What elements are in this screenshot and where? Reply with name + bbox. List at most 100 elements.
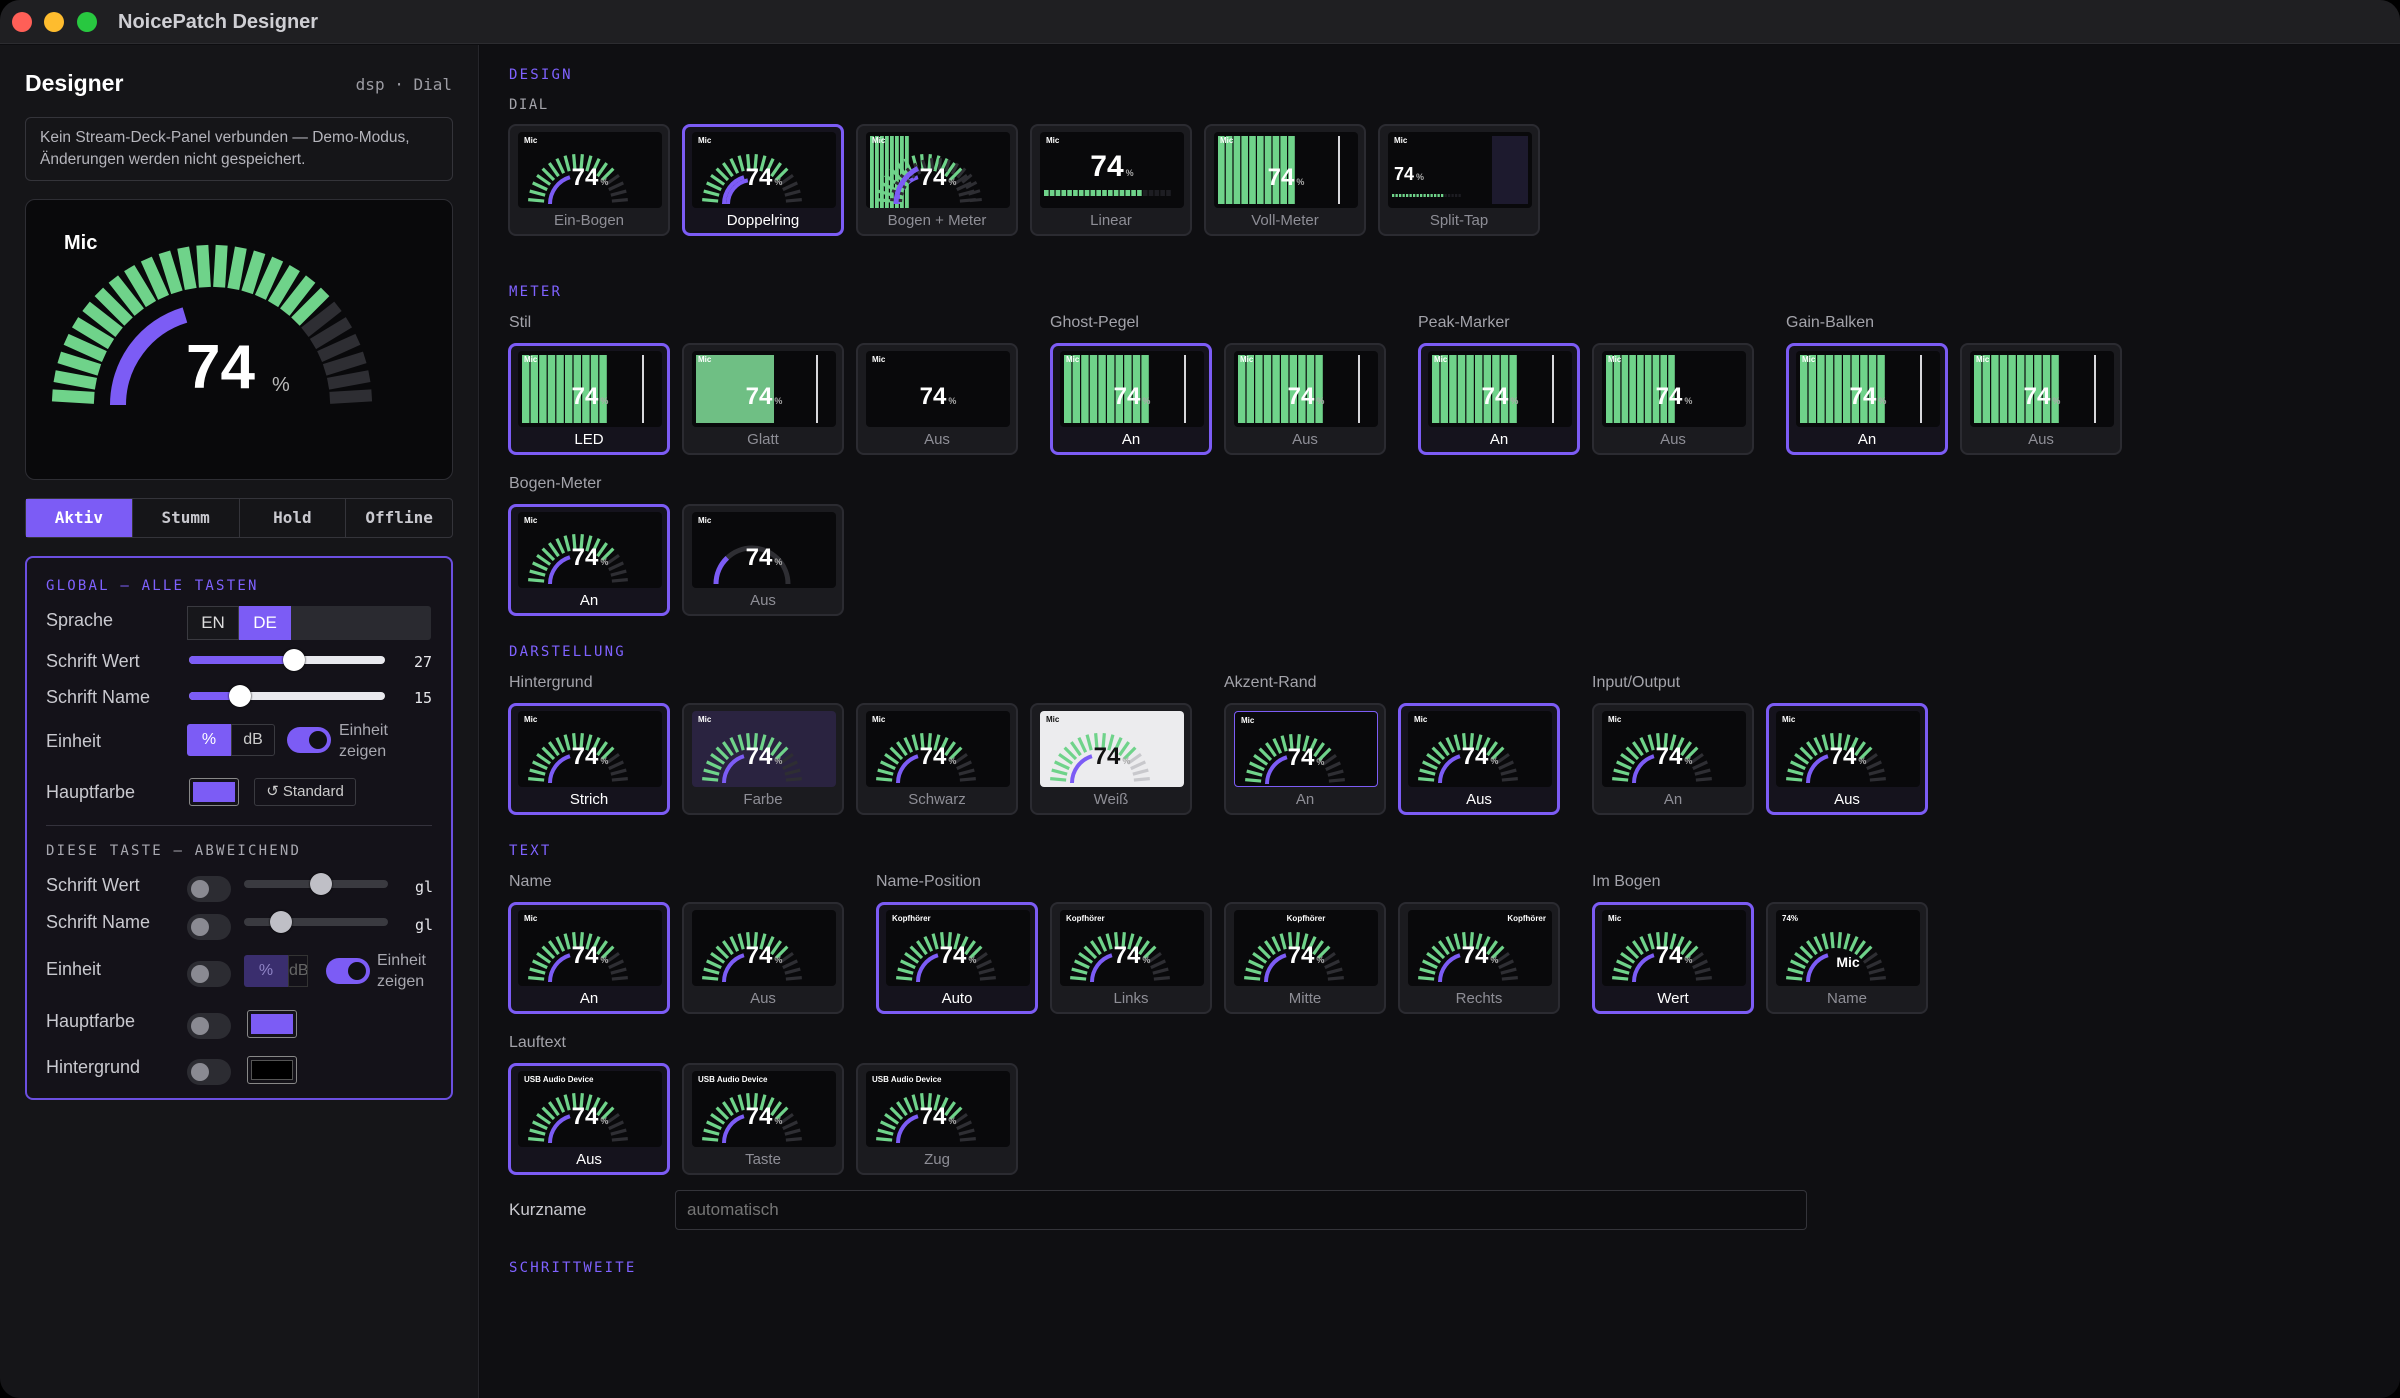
unit-db[interactable]: dB bbox=[231, 724, 275, 756]
design-option-tile[interactable]: Mic 74% Aus bbox=[1960, 343, 2122, 455]
lang-en[interactable]: EN bbox=[187, 606, 239, 640]
design-option-tile[interactable]: Mic 74% Aus bbox=[1224, 343, 1386, 455]
design-option-tile[interactable]: Mic 74% An bbox=[1224, 703, 1386, 815]
kurzname-input[interactable] bbox=[675, 1190, 1807, 1230]
design-option-tile[interactable]: Kopfhörer 74% Links bbox=[1050, 902, 1212, 1014]
tab-offline[interactable]: Offline bbox=[345, 499, 452, 537]
design-option-tile[interactable]: Mic 74% Split-Tap bbox=[1378, 124, 1540, 236]
ov-color-swatch[interactable] bbox=[247, 1010, 297, 1038]
ov-color-toggle[interactable] bbox=[187, 1013, 231, 1039]
design-option-tile[interactable]: USB Audio Device 74% Taste bbox=[682, 1063, 844, 1175]
design-option-tile[interactable]: USB Audio Device 74% Aus bbox=[508, 1063, 670, 1175]
tile-label: An bbox=[579, 592, 599, 609]
design-option-tile[interactable]: Mic 74% Glatt bbox=[682, 343, 844, 455]
meter-bar bbox=[1402, 194, 1405, 197]
ov-unit-db[interactable]: dB bbox=[288, 955, 308, 987]
tile-preview: Mic 74% bbox=[1040, 711, 1184, 787]
meter-bar bbox=[1073, 190, 1078, 196]
tile-value-number: 74 bbox=[571, 743, 599, 770]
lang-de[interactable]: DE bbox=[239, 606, 291, 640]
tile-preview: Mic 74% bbox=[1970, 351, 2114, 427]
ov-font-name-toggle[interactable] bbox=[187, 914, 231, 940]
design-option-tile[interactable]: 74% Mic Name bbox=[1766, 902, 1928, 1014]
tile-value-number: 74 bbox=[571, 1103, 599, 1130]
font-name-slider[interactable] bbox=[189, 685, 385, 707]
design-option-tile[interactable]: Kopfhörer 74% Auto bbox=[876, 902, 1038, 1014]
ov-unit-label: Einheit bbox=[46, 959, 102, 979]
ov-unit-toggle[interactable] bbox=[187, 961, 231, 987]
tab-hold[interactable]: Hold bbox=[238, 499, 346, 537]
design-option-tile[interactable]: Mic 74% An bbox=[1786, 343, 1948, 455]
design-option-tile[interactable]: USB Audio Device 74% Zug bbox=[856, 1063, 1018, 1175]
preview-unit: % bbox=[272, 374, 290, 396]
design-option-tile[interactable]: Mic 74% An bbox=[508, 504, 670, 616]
arc-segment bbox=[1843, 933, 1851, 950]
design-option-tile[interactable]: Mic 74% Aus bbox=[682, 504, 844, 616]
ov-bg-toggle[interactable] bbox=[187, 1059, 231, 1085]
ov-font-name-slider[interactable] bbox=[244, 911, 388, 933]
tile-preview: Kopfhörer 74% bbox=[1234, 910, 1378, 986]
design-option-tile[interactable]: Mic 74% An bbox=[1592, 703, 1754, 815]
arc-segment bbox=[876, 1137, 893, 1142]
design-option-tile[interactable]: 74% Aus bbox=[682, 902, 844, 1014]
design-option-tile[interactable]: Mic 74% Linear bbox=[1030, 124, 1192, 236]
ov-font-value-slider[interactable] bbox=[244, 873, 388, 895]
arc-segment bbox=[702, 198, 719, 203]
ov-font-value-toggle[interactable] bbox=[187, 876, 231, 902]
ov-unit-percent[interactable]: % bbox=[244, 955, 288, 987]
unit-show-label: Einheit zeigen bbox=[339, 722, 388, 760]
tile-value-number: 74 bbox=[745, 164, 773, 191]
tile-label: Taste bbox=[745, 1151, 781, 1168]
meter-bar bbox=[1119, 190, 1125, 196]
design-option-tile[interactable]: Mic 74% Voll-Meter bbox=[1204, 124, 1366, 236]
arc-segment bbox=[702, 976, 719, 981]
tile-value-number: 74 bbox=[571, 942, 599, 969]
reset-color-button[interactable]: ↺ Standard bbox=[254, 778, 356, 806]
arc-segment bbox=[1244, 976, 1261, 981]
tile-value-number: 74 bbox=[1287, 744, 1315, 771]
meter-bar bbox=[1395, 194, 1398, 197]
tile-value-unit: % bbox=[600, 756, 609, 766]
design-option-tile[interactable]: Mic 74% Weiß bbox=[1030, 703, 1192, 815]
ov-font-name-tag: gl bbox=[415, 916, 434, 934]
design-option-tile[interactable]: Mic 74% Farbe bbox=[682, 703, 844, 815]
design-option-tile[interactable]: Mic 74% Aus bbox=[1592, 343, 1754, 455]
tab-aktiv[interactable]: Aktiv bbox=[26, 499, 132, 537]
font-value-slider[interactable] bbox=[189, 649, 385, 671]
tile-preview: Mic 74% bbox=[692, 512, 836, 588]
minimize-window-button[interactable] bbox=[44, 12, 64, 32]
close-window-button[interactable] bbox=[12, 12, 32, 32]
meter-bar bbox=[1137, 190, 1142, 196]
design-option-tile[interactable]: Mic 74% Strich bbox=[508, 703, 670, 815]
design-option-tile[interactable]: Mic 74% Doppelring bbox=[682, 124, 844, 236]
design-option-tile[interactable]: Mic 74% Ein-Bogen bbox=[508, 124, 670, 236]
tile-label: Glatt bbox=[747, 431, 779, 448]
design-option-tile[interactable]: Mic 74% Bogen + Meter bbox=[856, 124, 1018, 236]
design-option-tile[interactable]: Mic 74% An bbox=[1050, 343, 1212, 455]
tile-label: Aus bbox=[1660, 431, 1686, 448]
design-option-tile[interactable]: Mic 74% An bbox=[508, 902, 670, 1014]
tile-center-name: Mic bbox=[1836, 954, 1860, 970]
unit-percent[interactable]: % bbox=[187, 724, 231, 756]
main-color-swatch[interactable] bbox=[189, 778, 239, 806]
ov-unit-show-toggle[interactable] bbox=[326, 958, 370, 984]
imbogen-label: Im Bogen bbox=[1592, 873, 1661, 890]
design-option-tile[interactable]: Mic 74% Aus bbox=[1398, 703, 1560, 815]
tile-label: Ein-Bogen bbox=[553, 212, 625, 229]
unit-show-toggle[interactable] bbox=[287, 727, 331, 753]
design-option-tile[interactable]: Mic 74% An bbox=[1418, 343, 1580, 455]
tile-value-number: 74 bbox=[1481, 383, 1509, 410]
design-option-tile[interactable]: Mic 74% Aus bbox=[1766, 703, 1928, 815]
design-option-tile[interactable]: Mic 74% Wert bbox=[1592, 902, 1754, 1014]
tab-stumm[interactable]: Stumm bbox=[131, 499, 239, 537]
tile-label: Aus bbox=[750, 592, 776, 609]
design-option-tile[interactable]: Mic 74% Aus bbox=[856, 343, 1018, 455]
design-option-tile[interactable]: Mic 74% Schwarz bbox=[856, 703, 1018, 815]
design-option-tile[interactable]: Mic 74% LED bbox=[508, 343, 670, 455]
ov-bg-swatch[interactable] bbox=[247, 1056, 297, 1084]
settings-panel: GLOBAL — ALLE TASTEN Sprache EN DE Schri… bbox=[25, 556, 453, 1100]
tile-value: 74% bbox=[518, 544, 662, 572]
design-option-tile[interactable]: Kopfhörer 74% Mitte bbox=[1224, 902, 1386, 1014]
design-option-tile[interactable]: Kopfhörer 74% Rechts bbox=[1398, 902, 1560, 1014]
zoom-window-button[interactable] bbox=[77, 12, 97, 32]
